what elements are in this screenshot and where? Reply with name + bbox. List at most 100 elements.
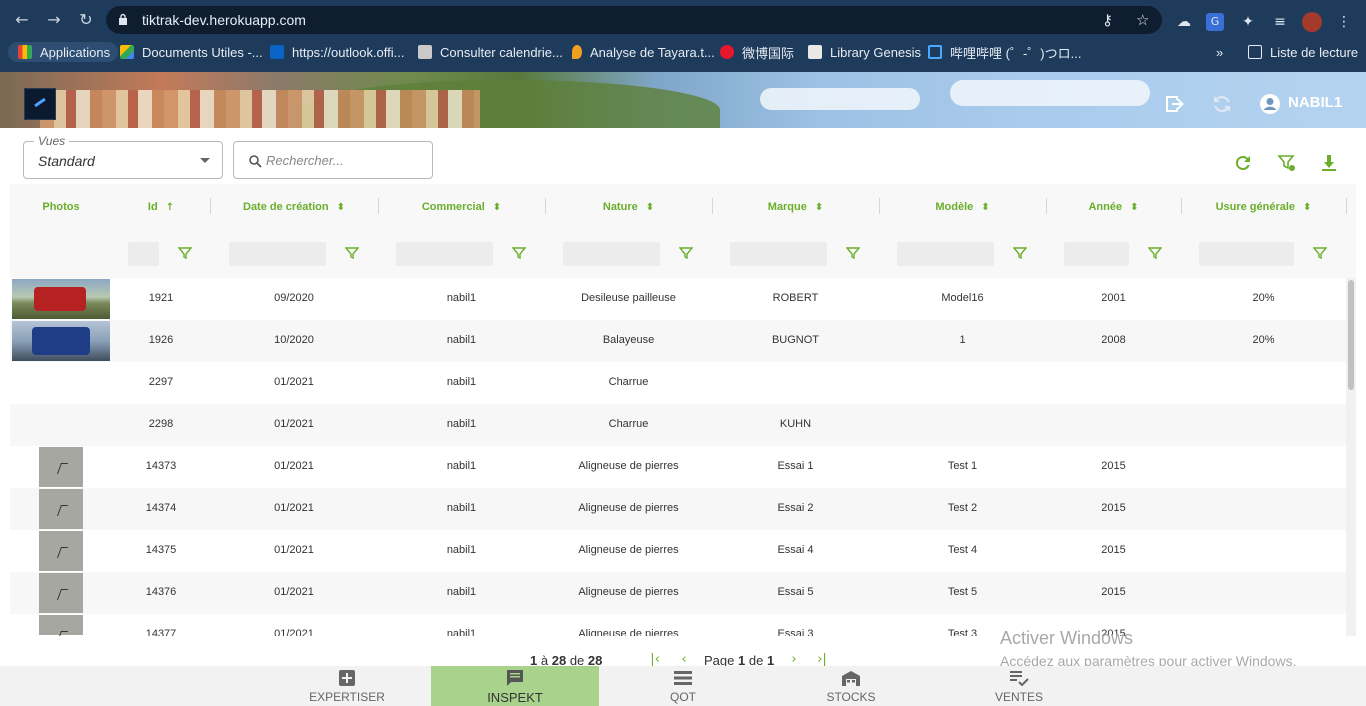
- app-logo[interactable]: [24, 88, 56, 120]
- table-row[interactable]: 14373 01/2021 nabil1 Aligneuse de pierre…: [10, 446, 1346, 488]
- photo-thumbnail[interactable]: [39, 531, 83, 571]
- bookmark-outlook[interactable]: https://outlook.offi...: [270, 42, 405, 62]
- filter-icon[interactable]: [178, 246, 192, 260]
- search-input[interactable]: [266, 150, 426, 170]
- reload-icon[interactable]: ↻: [76, 10, 96, 30]
- photo-thumbnail[interactable]: [12, 279, 110, 319]
- nav-inspekt[interactable]: INSPEKT: [431, 666, 599, 706]
- sort-icon[interactable]: ⬍: [1303, 202, 1311, 213]
- column-header-usure[interactable]: Usure générale ⬍: [1181, 200, 1346, 214]
- photo-thumbnail[interactable]: [39, 573, 83, 613]
- table-row[interactable]: 14375 01/2021 nabil1 Aligneuse de pierre…: [10, 530, 1346, 572]
- address-bar[interactable]: tiktrak-dev.herokuapp.com ⚷ ☆: [106, 6, 1162, 34]
- logout-icon[interactable]: [1162, 92, 1186, 116]
- filter-icon[interactable]: [1013, 246, 1027, 260]
- filter-input-usure[interactable]: [1199, 242, 1294, 266]
- filter-icon[interactable]: [512, 246, 526, 260]
- nav-ventes[interactable]: VENTES: [935, 666, 1103, 706]
- bookmark-calendrier[interactable]: Consulter calendrie...: [418, 42, 563, 62]
- puzzle-extension-icon[interactable]: ✦: [1238, 12, 1258, 32]
- filter-icon[interactable]: [345, 246, 359, 260]
- sort-icon[interactable]: ⬍: [646, 202, 654, 213]
- filter-input-modele[interactable]: [897, 242, 994, 266]
- scrollbar-thumb[interactable]: [1348, 280, 1354, 390]
- nav-expertiser[interactable]: EXPERTISER: [263, 666, 431, 706]
- column-header-date[interactable]: Date de création ⬍: [210, 200, 378, 214]
- nav-label: STOCKS: [826, 690, 876, 704]
- forward-icon[interactable]: →: [44, 10, 64, 30]
- photo-thumbnail[interactable]: [39, 615, 83, 635]
- sync-icon[interactable]: [1210, 92, 1234, 116]
- sort-icon[interactable]: ⬍: [493, 202, 501, 213]
- filter-input-commercial[interactable]: [396, 242, 493, 266]
- cell-commercial: nabil1: [446, 376, 477, 388]
- table-row[interactable]: 1926 10/2020 nabil1 Balayeuse BUGNOT 1 2…: [10, 320, 1346, 362]
- chevron-down-icon: [200, 158, 210, 163]
- filter-settings-icon[interactable]: [1276, 152, 1298, 174]
- bookmark-tayara[interactable]: Analyse de Tayara.t...: [572, 42, 715, 62]
- media-control-icon[interactable]: ≡: [1270, 12, 1290, 32]
- bookmark-bilibili[interactable]: 哔哩哔哩 (゜-゜)つロ...: [928, 42, 1081, 62]
- bookmarks-overflow-button[interactable]: »: [1216, 42, 1223, 62]
- column-header-annee[interactable]: Année ⬍: [1046, 200, 1181, 214]
- filter-icon[interactable]: [679, 246, 693, 260]
- table-row[interactable]: 14376 01/2021 nabil1 Aligneuse de pierre…: [10, 572, 1346, 614]
- refresh-icon[interactable]: [1232, 152, 1254, 174]
- more-vert-icon[interactable]: ⋮: [1334, 12, 1354, 32]
- column-header-label: Photos: [42, 201, 80, 213]
- reading-list-button[interactable]: Liste de lecture: [1248, 42, 1358, 62]
- filter-input-annee[interactable]: [1064, 242, 1129, 266]
- sort-icon[interactable]: ⬍: [1130, 202, 1138, 213]
- bookmark-weibo[interactable]: 微博国际: [720, 42, 794, 62]
- photo-thumbnail[interactable]: [39, 447, 83, 487]
- sort-icon[interactable]: ⬍: [337, 202, 345, 213]
- column-header-id[interactable]: Id ↑: [112, 200, 210, 214]
- filter-icon[interactable]: [1313, 246, 1327, 260]
- filter-input-marque[interactable]: [730, 242, 827, 266]
- cell-date: 01/2021: [274, 544, 314, 556]
- profile-avatar[interactable]: [1302, 12, 1322, 32]
- grid-scrollbar[interactable]: [1346, 278, 1356, 636]
- photo-thumbnail[interactable]: [12, 321, 110, 361]
- key-icon[interactable]: ⚷: [1102, 11, 1113, 29]
- column-header-commercial[interactable]: Commercial ⬍: [378, 200, 545, 214]
- search-field[interactable]: [233, 141, 433, 179]
- bookmark-applications[interactable]: Applications: [8, 42, 119, 62]
- column-header-marque[interactable]: Marque ⬍: [712, 200, 879, 214]
- translate-extension-icon[interactable]: G: [1206, 13, 1224, 31]
- cell-nature: Aligneuse de pierres: [578, 586, 679, 598]
- column-header-label: Id: [147, 201, 158, 213]
- table-row[interactable]: 14374 01/2021 nabil1 Aligneuse de pierre…: [10, 488, 1346, 530]
- table-row[interactable]: 1921 09/2020 nabil1 Desileuse pailleuse …: [10, 278, 1346, 320]
- bookmark-label: Documents Utiles -...: [142, 44, 263, 60]
- nav-qot[interactable]: QOT: [599, 666, 767, 706]
- cell-nature: Aligneuse de pierres: [578, 628, 679, 636]
- star-icon[interactable]: ☆: [1136, 11, 1149, 29]
- column-header-modele[interactable]: Modèle ⬍: [879, 200, 1046, 214]
- back-icon[interactable]: ←: [12, 10, 32, 30]
- sort-icon[interactable]: ⬍: [981, 202, 989, 213]
- photo-thumbnail[interactable]: [39, 489, 83, 529]
- user-name[interactable]: NABIL1: [1288, 94, 1342, 111]
- account-circle-icon[interactable]: [1258, 92, 1282, 116]
- views-select[interactable]: Vues Standard: [23, 134, 223, 179]
- filter-input-id[interactable]: [128, 242, 159, 266]
- cell-modele: Test 5: [947, 586, 978, 598]
- nav-stocks[interactable]: STOCKS: [767, 666, 935, 706]
- column-header-photos[interactable]: Photos: [10, 200, 112, 214]
- filter-input-date[interactable]: [229, 242, 326, 266]
- sort-ascending-icon[interactable]: ↑: [166, 202, 174, 213]
- filter-input-nature[interactable]: [563, 242, 660, 266]
- filter-icon[interactable]: [846, 246, 860, 260]
- sort-icon[interactable]: ⬍: [815, 202, 823, 213]
- table-row[interactable]: 2297 01/2021 nabil1 Charrue: [10, 362, 1346, 404]
- cell-modele: 1: [959, 334, 966, 346]
- column-separator[interactable]: [1346, 198, 1347, 214]
- cloud-extension-icon[interactable]: ☁: [1174, 12, 1194, 32]
- table-row[interactable]: 2298 01/2021 nabil1 Charrue KUHN: [10, 404, 1346, 446]
- column-header-nature[interactable]: Nature ⬍: [545, 200, 712, 214]
- bookmark-library-genesis[interactable]: Library Genesis: [808, 42, 921, 62]
- download-icon[interactable]: [1318, 152, 1340, 174]
- filter-icon[interactable]: [1148, 246, 1162, 260]
- bookmark-documents-utiles[interactable]: Documents Utiles -...: [120, 42, 263, 62]
